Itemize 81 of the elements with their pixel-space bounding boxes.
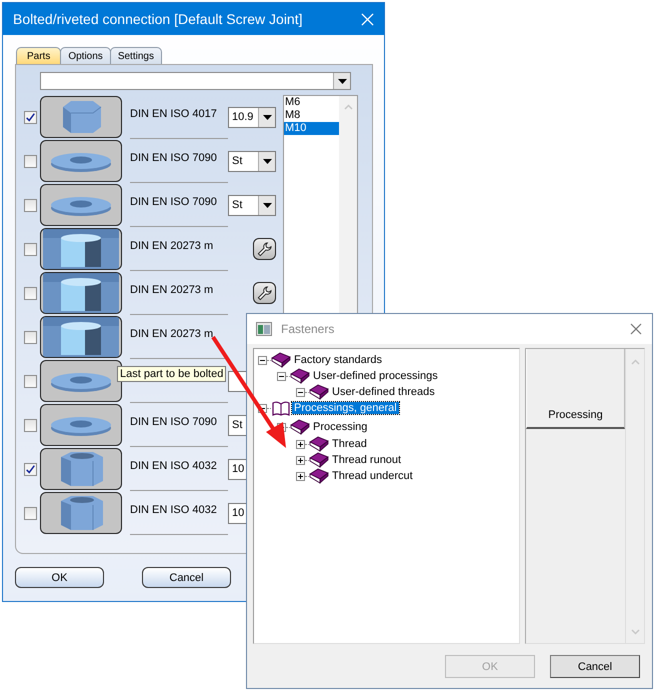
part-preview[interactable] (40, 360, 122, 402)
part-preview[interactable] (40, 492, 122, 534)
counterbore-icon (41, 229, 121, 269)
part-preview[interactable] (40, 96, 122, 138)
part-standard: DIN EN ISO 4032 (130, 460, 217, 472)
tooltip: Last part to be bolted (117, 366, 226, 382)
part-preview[interactable] (40, 316, 122, 358)
column-header[interactable]: Processing (526, 349, 625, 429)
part-preview[interactable] (40, 404, 122, 446)
tree-item[interactable]: Thread undercut (330, 470, 415, 482)
material-dropdown[interactable]: St (228, 150, 276, 172)
part-preview[interactable] (40, 184, 122, 226)
dropdown-arrow-icon (338, 78, 346, 84)
counterbore-icon (41, 273, 121, 313)
wrench-button[interactable] (253, 282, 276, 304)
window-title: Bolted/riveted connection [Default Screw Joint] (13, 11, 304, 27)
part-preview[interactable] (40, 140, 122, 182)
checkbox[interactable] (24, 418, 37, 432)
checkbox[interactable] (24, 374, 37, 388)
ok-button[interactable]: OK (15, 567, 104, 588)
wrench-icon (257, 242, 272, 256)
dropdown-arrow-icon (262, 114, 272, 120)
book-icon (290, 368, 310, 384)
part-standard: DIN EN ISO 4032 (130, 504, 217, 516)
part-preview[interactable] (40, 272, 122, 314)
expander-icon[interactable] (296, 456, 305, 464)
tree-item[interactable]: Processings, general (292, 402, 399, 414)
size-item[interactable]: M6 (284, 96, 339, 109)
book-icon (271, 352, 291, 368)
tree-item[interactable]: Thread (330, 438, 369, 450)
tree-item[interactable]: Factory standards (292, 354, 384, 366)
window-title: Fasteners (281, 322, 336, 336)
wrench-icon (257, 286, 272, 300)
counterbore-icon (41, 317, 121, 357)
dropdown-arrow-icon (262, 202, 272, 208)
close-icon[interactable] (630, 323, 642, 335)
material-dropdown[interactable]: St (228, 194, 276, 216)
cancel-button[interactable]: Cancel (142, 567, 231, 588)
checkbox[interactable] (24, 506, 37, 520)
cancel-button[interactable]: Cancel (550, 655, 640, 678)
open-book-icon (271, 400, 291, 416)
tree-item[interactable]: Processing (311, 421, 370, 433)
part-standard: DIN EN 20273 m (130, 284, 214, 296)
tab[interactable]: Options (60, 47, 111, 64)
book-icon (309, 436, 329, 452)
part-preview[interactable] (40, 228, 122, 270)
book-icon (309, 452, 329, 468)
checkbox[interactable] (24, 462, 37, 476)
window-icon (256, 322, 272, 336)
expander-icon[interactable] (296, 472, 305, 480)
tree-item[interactable]: User-defined threads (330, 386, 437, 398)
material-dropdown[interactable]: 10.9 (228, 106, 276, 128)
expander-icon[interactable] (296, 440, 305, 448)
part-standard: DIN EN ISO 7090 (130, 152, 217, 164)
part-standard: DIN EN 20273 m (130, 240, 214, 252)
checkbox[interactable] (24, 330, 37, 344)
dropdown-arrow-icon (262, 158, 272, 164)
expander-icon[interactable] (258, 356, 267, 364)
tree-item[interactable]: Thread runout (330, 454, 404, 466)
expander-icon[interactable] (296, 388, 305, 396)
checkbox[interactable] (24, 154, 37, 168)
checkbox[interactable] (24, 286, 37, 300)
tab[interactable]: Parts (16, 47, 62, 64)
book-icon (309, 468, 329, 484)
checkbox[interactable] (24, 110, 37, 124)
checkbox[interactable] (24, 198, 37, 212)
part-standard: DIN EN ISO 4017 (130, 108, 217, 120)
size-item[interactable]: M10 (284, 122, 339, 135)
checkbox[interactable] (24, 242, 37, 256)
tree-item[interactable]: User-defined processings (311, 370, 440, 382)
size-item[interactable]: M8 (284, 109, 339, 122)
book-icon (309, 384, 329, 400)
part-standard: DIN EN 20273 m (130, 328, 214, 340)
wrench-button[interactable] (253, 238, 276, 260)
book-icon (290, 419, 310, 435)
part-standard: DIN EN ISO 7090 (130, 196, 217, 208)
part-standard: DIN EN ISO 7090 (130, 416, 217, 428)
part-preview[interactable] (40, 448, 122, 490)
expander-icon[interactable] (277, 372, 286, 380)
dropdown-field[interactable] (40, 72, 351, 90)
tab[interactable]: Settings (110, 47, 162, 64)
